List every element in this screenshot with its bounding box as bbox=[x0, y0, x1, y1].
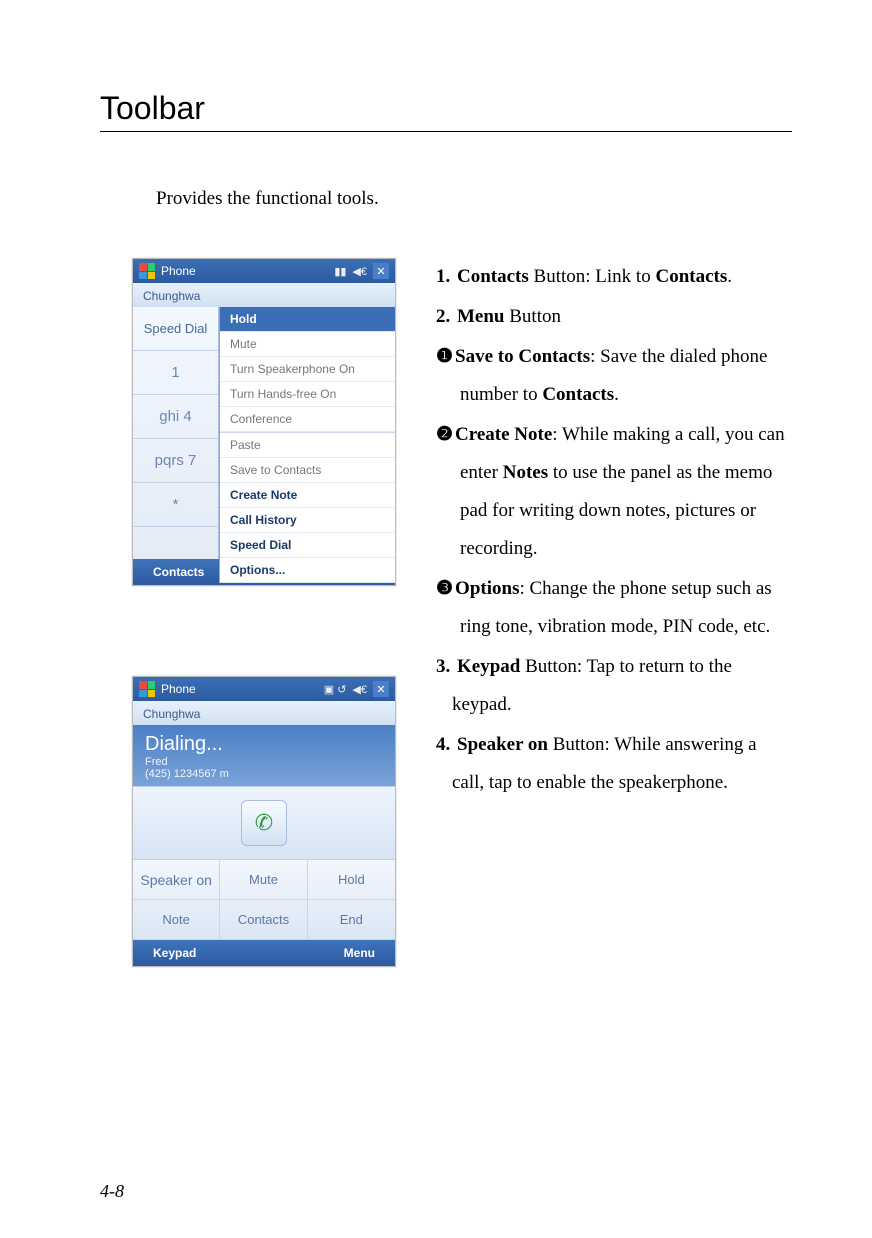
intro-text: Provides the functional tools. bbox=[156, 188, 792, 210]
keypad-column: Speed Dial 1 ghi 4 pqrs 7 * bbox=[133, 307, 219, 559]
bold: Contacts bbox=[457, 266, 529, 287]
btn-end: End bbox=[308, 900, 395, 940]
bold: Menu bbox=[457, 306, 505, 327]
popup-menu: Hold Mute Turn Speakerphone On Turn Hand… bbox=[219, 307, 395, 583]
carrier-label: Chunghwa bbox=[133, 701, 395, 725]
bold: Contacts bbox=[655, 266, 727, 287]
sub-create-note: ❷Create Note: While making a call, you c… bbox=[436, 416, 792, 568]
bold: Create Note bbox=[455, 424, 552, 445]
text: . bbox=[614, 384, 619, 405]
menu-create-note: Create Note bbox=[220, 483, 395, 508]
key-4: ghi 4 bbox=[133, 395, 218, 439]
close-icon: ✕ bbox=[373, 681, 389, 697]
bold: Save to Contacts bbox=[455, 346, 590, 367]
circled-number-icon: ❷ bbox=[436, 424, 453, 445]
call-button-area: ✆ bbox=[133, 786, 395, 860]
speed-dial-label: Speed Dial bbox=[133, 307, 218, 351]
item-menu-button: 2. Menu Button bbox=[436, 298, 792, 336]
carrier-label: Chunghwa bbox=[133, 283, 395, 307]
menu-hold: Hold bbox=[220, 307, 395, 332]
bold: Options bbox=[455, 578, 519, 599]
volume-icon: ◀€ bbox=[352, 683, 367, 696]
app-title: Phone bbox=[161, 264, 196, 278]
screenshot-dialing: Phone ▣ ↺ ◀€ ✕ Chunghwa Dialing... Fred … bbox=[132, 676, 396, 967]
description-list: 1. Contacts Button: Link to Contacts. 2.… bbox=[436, 258, 792, 804]
text: Button bbox=[505, 306, 561, 327]
screenshot-phone-menu: Phone ▮▮ ◀€ ✕ Chunghwa Speed Dial 1 ghi … bbox=[132, 258, 396, 586]
status-icon: ▣ ↺ bbox=[324, 683, 347, 696]
list-number: 3. bbox=[436, 656, 450, 677]
menu-options: Options... bbox=[220, 558, 395, 583]
btn-mute: Mute bbox=[220, 860, 307, 900]
circled-number-icon: ❸ bbox=[436, 578, 453, 599]
menu-mute: Mute bbox=[220, 332, 395, 357]
titlebar: Phone ▣ ↺ ◀€ ✕ bbox=[133, 677, 395, 701]
btn-contacts: Contacts bbox=[220, 900, 307, 940]
app-title: Phone bbox=[161, 682, 196, 696]
menu-speakerphone: Turn Speakerphone On bbox=[220, 357, 395, 382]
menu-call-history: Call History bbox=[220, 508, 395, 533]
windows-icon bbox=[139, 681, 155, 697]
sub-save-to-contacts: ❶Save to Contacts: Save the dialed phone… bbox=[436, 338, 792, 414]
btn-note: Note bbox=[133, 900, 220, 940]
page-number: 4-8 bbox=[100, 1181, 124, 1202]
bold: Notes bbox=[503, 462, 548, 483]
text: . bbox=[727, 266, 732, 287]
menu-conference: Conference bbox=[220, 407, 395, 432]
close-icon: ✕ bbox=[373, 263, 389, 279]
softkey-menu: Menu bbox=[344, 946, 375, 960]
menu-paste: Paste bbox=[220, 432, 395, 458]
menu-speed-dial: Speed Dial bbox=[220, 533, 395, 558]
signal-icon: ▮▮ bbox=[334, 265, 346, 278]
bold: Contacts bbox=[542, 384, 614, 405]
sub-options: ❸Options: Change the phone setup such as… bbox=[436, 570, 792, 646]
bold: Keypad bbox=[457, 656, 520, 677]
call-info: Dialing... Fred (425) 1234567 m bbox=[133, 725, 395, 786]
contact-number: (425) 1234567 m bbox=[145, 768, 383, 780]
item-contacts-button: 1. Contacts Button: Link to Contacts. bbox=[436, 258, 792, 296]
contact-name: Fred bbox=[145, 756, 383, 768]
key-7: pqrs 7 bbox=[133, 439, 218, 483]
item-keypad-button: 3. Keypad Button: Tap to return to the k… bbox=[436, 648, 792, 724]
windows-icon bbox=[139, 263, 155, 279]
menu-save-contacts: Save to Contacts bbox=[220, 458, 395, 483]
text: Button: Link to bbox=[529, 266, 656, 287]
list-number: 1. bbox=[436, 266, 450, 287]
list-number: 4. bbox=[436, 734, 450, 755]
screenshots-column: Phone ▮▮ ◀€ ✕ Chunghwa Speed Dial 1 ghi … bbox=[132, 258, 396, 967]
btn-hold: Hold bbox=[308, 860, 395, 900]
circled-number-icon: ❶ bbox=[436, 346, 453, 367]
page-title: Toolbar bbox=[100, 90, 792, 132]
bold: Speaker on bbox=[457, 734, 548, 755]
key-1: 1 bbox=[133, 351, 218, 395]
dialing-label: Dialing... bbox=[145, 733, 383, 756]
item-speaker-on-button: 4. Speaker on Button: While answering a … bbox=[436, 726, 792, 802]
key-star: * bbox=[133, 483, 218, 527]
softkey-keypad: Keypad bbox=[153, 946, 196, 960]
softkey-bar: Keypad Menu bbox=[133, 940, 395, 966]
volume-icon: ◀€ bbox=[352, 265, 367, 278]
call-actions-grid: Speaker on Mute Hold Note Contacts End bbox=[133, 860, 395, 940]
softkey-contacts: Contacts bbox=[153, 565, 204, 579]
list-number: 2. bbox=[436, 306, 450, 327]
call-icon: ✆ bbox=[241, 800, 287, 846]
titlebar: Phone ▮▮ ◀€ ✕ bbox=[133, 259, 395, 283]
menu-handsfree: Turn Hands-free On bbox=[220, 382, 395, 407]
btn-speaker-on: Speaker on bbox=[133, 860, 220, 900]
